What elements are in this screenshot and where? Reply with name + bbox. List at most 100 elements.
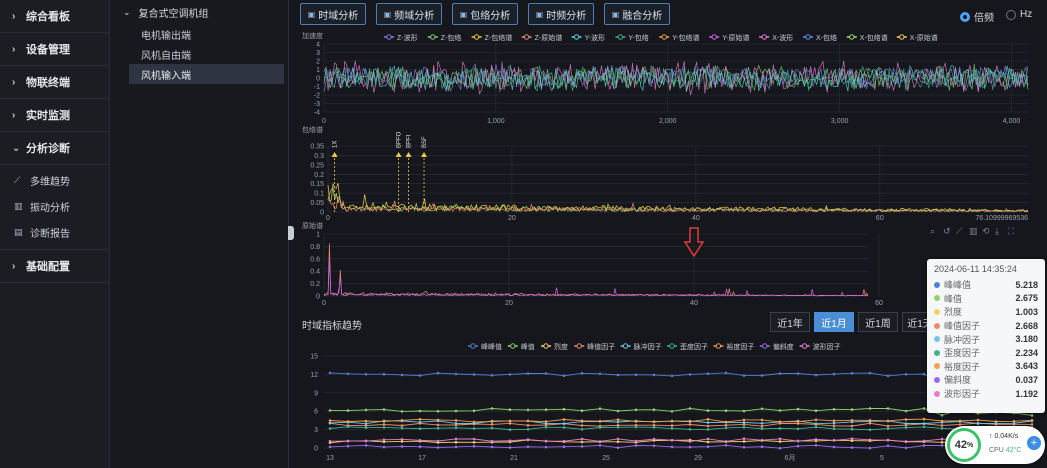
legend-marker [899, 34, 905, 40]
nav-item-diagnosis[interactable]: ⌄ 分析诊断 [0, 132, 109, 165]
time-domain-button[interactable]: ▣ 时域分析 [300, 3, 366, 25]
nav-sub-vibration[interactable]: ▥ 振动分析 [0, 193, 109, 219]
y-tick-label: 0.15 [310, 181, 324, 188]
nav-sub-trend[interactable]: ⟋ 多维趋势 [0, 167, 109, 193]
tooltip-row: 歪度因子 2.234 [934, 346, 1038, 360]
legend-marker [622, 343, 629, 349]
fusion-button[interactable]: ▣ 融合分析 [604, 3, 670, 25]
device-tree: ⌄ 复合式空调机组 电机输出端 风机自由端 风机输入端 [111, 0, 289, 468]
legend-marker [715, 343, 722, 349]
tooltip-series-value: 2.234 [1015, 347, 1038, 358]
tooltip-series-value: 5.218 [1015, 279, 1038, 290]
period-month[interactable]: 近1月 [814, 312, 854, 332]
nav-item-config[interactable]: › 基础配置 [0, 250, 109, 283]
nav-item-dashboard[interactable]: › 综合看板 [0, 0, 109, 33]
legend-label: Z-包络谱 [485, 33, 513, 42]
trend-title: 时域指标趋势 [302, 321, 362, 332]
radio-hz[interactable]: Hz [1006, 9, 1032, 20]
legend-label: 波形因子 [813, 342, 841, 351]
x-end-label: 76.10999969536 [975, 215, 1028, 222]
fault-marker-label: 1X [333, 141, 339, 148]
document-icon: ▤ [14, 226, 23, 237]
fault-marker-arrow [421, 152, 428, 157]
nav-item-iot[interactable]: › 物联终端 [0, 66, 109, 99]
nav-sub-report[interactable]: ▤ 诊断报告 [0, 219, 109, 245]
tooltip-series-value: 1.192 [1015, 388, 1038, 399]
legend-label: X-包络 [816, 33, 837, 42]
series-swatch [934, 336, 940, 343]
y-tick-label: 0.1 [314, 191, 324, 198]
envelope-series [327, 196, 1029, 213]
y-tick-label: 0.2 [314, 172, 324, 179]
cpu-temp: CPU 42°C [989, 447, 1022, 454]
legend-label: X-包络谱 [860, 33, 888, 42]
series-swatch [934, 390, 940, 397]
y-tick-label: 0 [320, 210, 324, 217]
x-tick-label: 40 [692, 215, 700, 222]
x-tick-label: 0 [322, 300, 326, 307]
x-tick-label: 4,000 [1003, 118, 1021, 125]
y-tick-label: 15 [310, 354, 318, 361]
chevron-down-icon: ⌄ [12, 142, 21, 154]
x-tick-label: 40 [690, 300, 698, 307]
analysis-toolbar: ▣ 时域分析 ▣ 频域分析 ▣ 包络分析 ▣ 时频分析 ▣ 融合分析 倍频 Hz [296, 0, 1047, 30]
bar-icon: ▥ [969, 226, 978, 236]
x-tick-label: 5 [880, 455, 884, 462]
time-freq-button[interactable]: ▣ 时频分析 [528, 3, 594, 25]
envelope-spectrum-chart: 包络谱 0.35 0.3 0.25 0.2 0.15 0.1 0.05 00 20 40 60 76.1… [300, 126, 1034, 222]
legend-marker [761, 34, 767, 40]
freq-domain-button[interactable]: ▣ 频域分析 [376, 3, 442, 25]
tooltip-series-name: 烈度 [944, 307, 963, 318]
y-tick-label: 0.4 [310, 269, 320, 276]
tree-node-motor-out[interactable]: 电机输出端 [129, 24, 284, 44]
tooltip-row: 峰峰值 5.218 [934, 278, 1038, 292]
system-monitor-widget[interactable]: 42% ↑ 0.04K/s CPU 42°C + [945, 426, 1045, 464]
legend-marker [711, 34, 717, 40]
x-tick-label: 0 [326, 215, 330, 222]
y-tick-label: -1 [314, 84, 320, 91]
fault-marker-label: BSF [422, 136, 428, 148]
trend-chart: 峰峰值 峰值 烈度 峰值因子 脉冲因子 歪度因子 裕度因子 偏斜度 波形因子1512963013… [300, 336, 1034, 466]
tooltip-row: 烈度 1.003 [934, 305, 1038, 319]
tooltip-series-name: 歪度因子 [944, 348, 981, 359]
chevron-right-icon: › [12, 76, 16, 88]
chart-icon: ▣ [535, 9, 544, 19]
tooltip-series-name: 峰值 [944, 293, 963, 304]
legend-label: 烈度 [554, 342, 568, 351]
tree-node-fan-in[interactable]: 风机输入端 [129, 64, 284, 84]
tooltip-series-name: 波形因子 [944, 389, 981, 400]
nav-item-device[interactable]: › 设备管理 [0, 33, 109, 66]
radio-dot [960, 11, 970, 22]
tooltip-series-name: 峰值因子 [944, 321, 981, 332]
series-swatch [934, 295, 940, 302]
legend-label: 峰值因子 [587, 342, 615, 351]
period-year[interactable]: 近1年 [770, 312, 810, 332]
legend-marker [661, 34, 667, 40]
legend-marker [430, 34, 436, 40]
x-tick-label: 20 [508, 215, 516, 222]
tooltip-series-value: 2.668 [1015, 320, 1038, 331]
x-tick-label: 6月 [785, 454, 796, 462]
y-tick-label: -2 [314, 93, 320, 100]
chevron-right-icon: › [12, 260, 16, 272]
period-week[interactable]: 近1周 [858, 312, 898, 332]
legend-marker [573, 34, 580, 40]
tree-root[interactable]: ⌄ 复合式空调机组 [111, 0, 288, 24]
legend-marker [543, 343, 549, 349]
fault-marker-arrow [395, 152, 402, 157]
nav-item-monitor[interactable]: › 实时监测 [0, 99, 109, 132]
x-tick-label: 20 [505, 300, 513, 307]
collapse-handle[interactable] [288, 226, 294, 240]
y-tick-label: -4 [314, 110, 320, 117]
radio-order[interactable]: 倍频 [960, 9, 994, 24]
tooltip-series-value: 3.643 [1015, 361, 1038, 372]
x-tick-label: 1,000 [487, 118, 505, 125]
tooltip-row: 峰值 2.675 [934, 292, 1038, 306]
envelope-button[interactable]: ▣ 包络分析 [452, 3, 518, 25]
tooltip-row: 裕度因子 3.643 [934, 360, 1038, 374]
fullscreen-icon: ⛶ [1007, 226, 1015, 236]
legend-marker [762, 343, 768, 349]
legend-label: Z-包络 [441, 33, 462, 42]
plus-icon[interactable]: + [1027, 436, 1041, 450]
tree-node-fan-free[interactable]: 风机自由端 [129, 44, 284, 64]
